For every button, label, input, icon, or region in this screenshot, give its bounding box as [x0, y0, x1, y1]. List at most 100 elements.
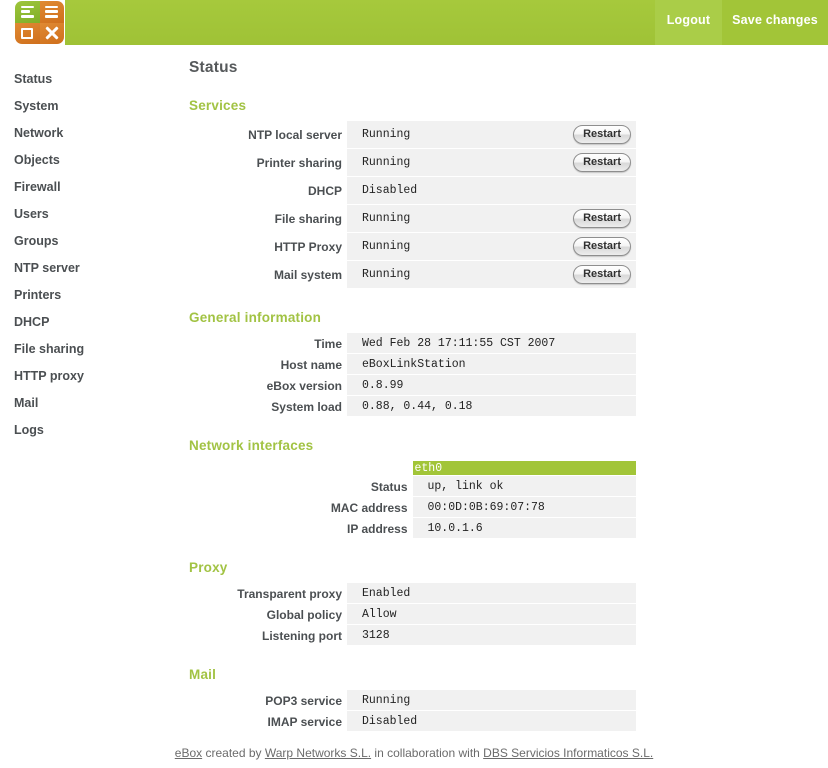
row-value: 3128 [347, 625, 636, 646]
row-value-cell: Running Restart [347, 121, 636, 149]
footer-link-ebox[interactable]: eBox [175, 746, 202, 760]
ebox-logo[interactable] [14, 0, 65, 45]
footer: eBox created by Warp Networks S.L. in co… [0, 746, 828, 760]
row-value: Running [362, 268, 411, 281]
general-information-table: Time Wed Feb 28 17:11:55 CST 2007 Host n… [189, 333, 636, 417]
table-row: Printer sharing Running Restart [189, 149, 636, 177]
table-row: Global policy Allow [189, 604, 636, 625]
page-title: Status [189, 59, 238, 76]
row-label: Time [189, 333, 347, 354]
row-value-cell: Running Restart [347, 233, 636, 261]
table-row: IP address 10.0.1.6 [189, 518, 636, 539]
page-body: Status System Network Objects Firewall U… [0, 45, 828, 768]
restart-button-ntp-local-server[interactable]: Restart [573, 124, 631, 145]
sidebar-item-printers[interactable]: Printers [0, 282, 170, 309]
row-value-cell: Disabled [347, 177, 636, 205]
table-row: HTTP Proxy Running Restart [189, 233, 636, 261]
interface-header-spacer [189, 461, 413, 476]
row-value-cell: Running Restart [347, 205, 636, 233]
row-label: IP address [189, 518, 413, 539]
restart-button-printer-sharing[interactable]: Restart [573, 152, 631, 173]
interface-header-row: eth0 [189, 461, 636, 476]
footer-link-dbs[interactable]: DBS Servicios Informaticos S.L. [483, 746, 653, 760]
table-row: POP3 service Running [189, 690, 636, 711]
sidebar-item-system[interactable]: System [0, 93, 170, 120]
sidebar-item-file-sharing[interactable]: File sharing [0, 336, 170, 363]
restart-button-mail-system[interactable]: Restart [573, 264, 631, 285]
row-label: Transparent proxy [189, 583, 347, 604]
sidebar-item-logs[interactable]: Logs [0, 417, 170, 444]
row-label: POP3 service [189, 690, 347, 711]
table-row: File sharing Running Restart [189, 205, 636, 233]
header-actions: Logout Save changes [655, 0, 828, 45]
row-value: 00:0D:0B:69:07:78 [412, 497, 636, 518]
row-value: eBoxLinkStation [347, 354, 636, 375]
row-value: 10.0.1.6 [412, 518, 636, 539]
table-row: System load 0.88, 0.44, 0.18 [189, 396, 636, 417]
row-value: Running [362, 212, 411, 225]
sidebar-item-http-proxy[interactable]: HTTP proxy [0, 363, 170, 390]
logout-button[interactable]: Logout [655, 0, 722, 45]
row-value: 0.8.99 [347, 375, 636, 396]
row-label: Global policy [189, 604, 347, 625]
sidebar-item-users[interactable]: Users [0, 201, 170, 228]
table-row: MAC address 00:0D:0B:69:07:78 [189, 497, 636, 518]
sidebar-item-network[interactable]: Network [0, 120, 170, 147]
sidebar-item-ntp-server[interactable]: NTP server [0, 255, 170, 282]
sidebar-item-groups[interactable]: Groups [0, 228, 170, 255]
row-label: Host name [189, 354, 347, 375]
logo-letter-o-icon [15, 22, 40, 44]
row-value-cell: Running Restart [347, 149, 636, 177]
table-row: eBox version 0.8.99 [189, 375, 636, 396]
save-changes-button[interactable]: Save changes [722, 0, 828, 45]
row-value: Enabled [347, 583, 636, 604]
row-value: Running [362, 156, 411, 169]
logo-letter-b-icon [39, 1, 64, 23]
table-row: Time Wed Feb 28 17:11:55 CST 2007 [189, 333, 636, 354]
restart-button-http-proxy[interactable]: Restart [573, 236, 631, 257]
row-label: File sharing [189, 205, 347, 233]
sidebar-item-firewall[interactable]: Firewall [0, 174, 170, 201]
section-title-network-interfaces: Network interfaces [189, 438, 314, 453]
table-row: Mail system Running Restart [189, 261, 636, 289]
row-label: eBox version [189, 375, 347, 396]
row-label: MAC address [189, 497, 413, 518]
table-row: Status up, link ok [189, 476, 636, 497]
table-row: Transparent proxy Enabled [189, 583, 636, 604]
section-title-mail: Mail [189, 667, 217, 682]
row-value-cell: Running Restart [347, 261, 636, 289]
row-value: Running [362, 128, 411, 141]
restart-button-file-sharing[interactable]: Restart [573, 208, 631, 229]
footer-text-collaboration: in collaboration with [371, 746, 484, 760]
section-title-general-information: General information [189, 310, 322, 325]
table-row: IMAP service Disabled [189, 711, 636, 732]
sidebar-item-mail[interactable]: Mail [0, 390, 170, 417]
row-label: System load [189, 396, 347, 417]
mail-table: POP3 service Running IMAP service Disabl… [189, 690, 636, 732]
table-row: NTP local server Running Restart [189, 121, 636, 149]
row-label: Printer sharing [189, 149, 347, 177]
sidebar-item-status[interactable]: Status [0, 66, 170, 93]
row-label: HTTP Proxy [189, 233, 347, 261]
row-value: Disabled [362, 184, 418, 197]
section-title-proxy: Proxy [189, 560, 228, 575]
row-value: 0.88, 0.44, 0.18 [347, 396, 636, 417]
row-value: Running [362, 240, 411, 253]
footer-text-created: created by [202, 746, 265, 760]
row-value: Running [347, 690, 636, 711]
network-interfaces-table: eth0 Status up, link ok MAC address 00:0… [189, 461, 636, 539]
row-label: Listening port [189, 625, 347, 646]
row-label: Mail system [189, 261, 347, 289]
footer-link-warp-networks[interactable]: Warp Networks S.L. [265, 746, 371, 760]
row-value: Wed Feb 28 17:11:55 CST 2007 [347, 333, 636, 354]
main-content: Status Services NTP local server Running… [189, 45, 789, 732]
interface-name: eth0 [412, 461, 636, 476]
section-title-services: Services [189, 98, 247, 113]
row-value: Allow [347, 604, 636, 625]
app-header: Logout Save changes [0, 0, 828, 45]
sidebar-item-dhcp[interactable]: DHCP [0, 309, 170, 336]
row-label: Status [189, 476, 413, 497]
proxy-table: Transparent proxy Enabled Global policy … [189, 583, 636, 646]
sidebar-item-objects[interactable]: Objects [0, 147, 170, 174]
services-table: NTP local server Running Restart Printer… [189, 121, 636, 289]
